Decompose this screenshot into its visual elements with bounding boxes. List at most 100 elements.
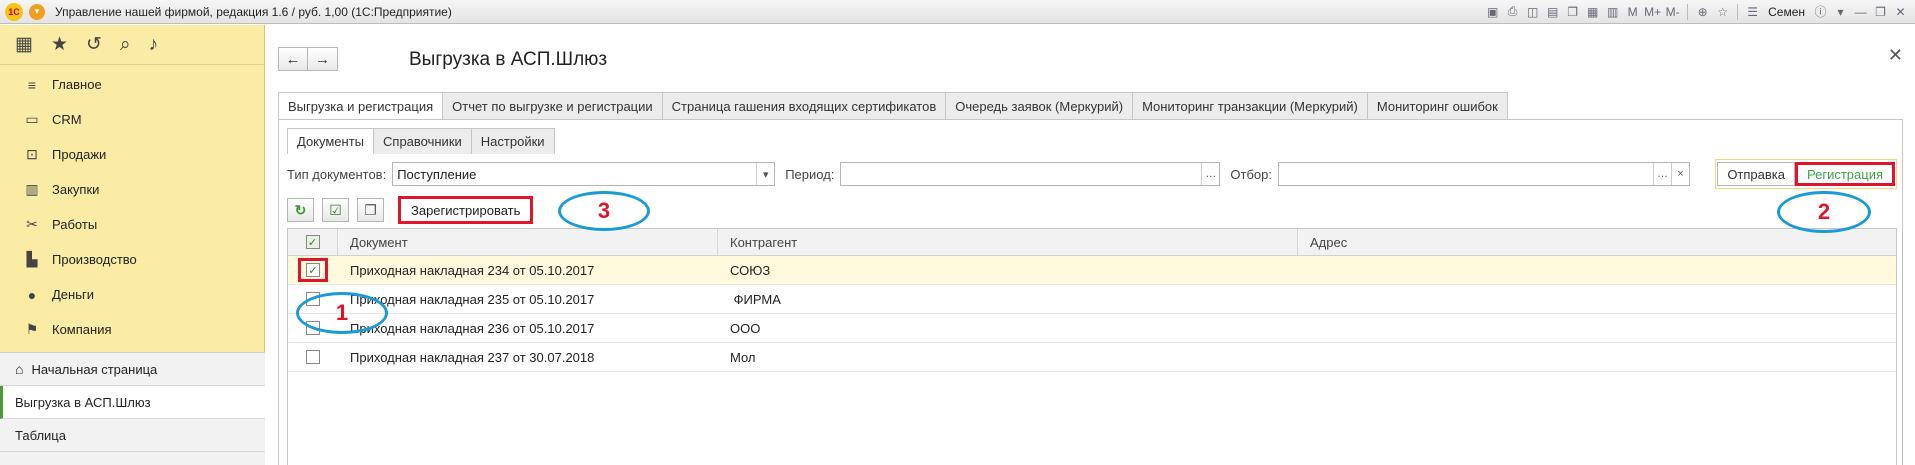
sidebar-item-label: Главное xyxy=(52,77,102,92)
documents-table: ✓ Документ Контрагент Адрес ✓ Приходная … xyxy=(287,228,1897,465)
table-row[interactable]: Приходная накладная 237 от 30.07.2018 Мо… xyxy=(288,343,1896,372)
memory-plus-icon[interactable]: M+ xyxy=(1644,3,1661,20)
attach-icon[interactable]: ▤ xyxy=(1544,3,1561,20)
open-windows-panel: ⌂ Начальная страница Выгрузка в АСП.Шлюз … xyxy=(0,352,265,465)
row-checkbox[interactable] xyxy=(306,350,320,364)
uncheck-all-icon: ❐ xyxy=(364,201,377,218)
check-all-button[interactable]: ☑ xyxy=(322,198,349,222)
sidebar-item-label: Компания xyxy=(52,322,112,337)
sidebar-item-label: Продажи xyxy=(52,147,107,162)
column-header[interactable]: Адрес xyxy=(1298,229,1896,255)
bell-icon[interactable]: ♪ xyxy=(149,34,159,56)
sidebar-item-money[interactable]: ● Деньги xyxy=(0,277,264,312)
settings-menu-icon[interactable]: ▾ xyxy=(1832,3,1849,20)
open-window-label: Таблица xyxy=(15,427,66,443)
select-all-header[interactable]: ✓ xyxy=(288,229,338,255)
sidebar-item-purchases[interactable]: ▥ Закупки xyxy=(0,172,264,207)
toolbar-divider xyxy=(1737,3,1739,20)
star-icon[interactable]: ★ xyxy=(51,33,68,56)
page-title: Выгрузка в АСП.Шлюз xyxy=(409,49,608,70)
home-page-link[interactable]: ⌂ Начальная страница xyxy=(0,353,265,386)
sidebar-item-label: Производство xyxy=(52,252,137,267)
back-button[interactable]: ← xyxy=(278,47,308,71)
doc-type-select[interactable]: Поступление ▾ xyxy=(392,162,776,186)
tab-transaction-monitoring[interactable]: Мониторинг транзакции (Меркурий) xyxy=(1132,92,1368,119)
row-checkbox[interactable]: ✓ xyxy=(306,263,320,277)
column-header[interactable]: Контрагент xyxy=(718,229,1298,255)
annotation-marker-2: 2 xyxy=(1777,191,1871,233)
period-field[interactable]: … xyxy=(840,162,1221,186)
close-window-icon[interactable]: ✕ xyxy=(1892,3,1909,20)
open-window-current[interactable]: Выгрузка в АСП.Шлюз xyxy=(0,386,265,419)
minimize-icon[interactable]: — xyxy=(1852,3,1869,20)
counterparty-cell: Мол xyxy=(730,349,756,365)
sidebar-item-works[interactable]: ✂ Работы xyxy=(0,207,264,242)
money-icon: ● xyxy=(27,286,37,303)
register-mode-button[interactable]: Регистрация xyxy=(1795,162,1895,186)
refresh-icon: ↻ xyxy=(294,201,307,218)
sidebar-item-label: Закупки xyxy=(52,182,100,197)
sidebar-item-production[interactable]: ▙ Производство xyxy=(0,242,264,277)
sidebar-item-sales[interactable]: ⊡ Продажи xyxy=(0,137,264,172)
tab-references[interactable]: Справочники xyxy=(373,128,472,154)
sidebar-item-crm[interactable]: ▭ CRM xyxy=(0,102,264,137)
favorites-icon[interactable]: ☆ xyxy=(1714,3,1731,20)
save-icon[interactable]: ▣ xyxy=(1484,3,1501,20)
main-menu-button[interactable]: ▾ xyxy=(29,3,45,20)
mode-toggle: Отправка Регистрация xyxy=(1715,159,1897,189)
preview-icon[interactable]: ◫ xyxy=(1524,3,1541,20)
maximize-icon[interactable]: ❐ xyxy=(1872,3,1889,20)
command-bar: ↻ ☑ ❐ Зарегистрировать xyxy=(287,196,534,224)
send-mode-button[interactable]: Отправка xyxy=(1717,162,1795,186)
ellipsis-icon[interactable]: … xyxy=(1653,163,1671,185)
history-icon[interactable]: ↺ xyxy=(86,33,102,56)
chevron-down-icon[interactable]: ▾ xyxy=(756,163,774,185)
table-row[interactable]: Приходная накладная 235 от 05.10.2017 ФИ… xyxy=(288,285,1896,314)
tab-request-queue[interactable]: Очередь заявок (Меркурий) xyxy=(945,92,1134,119)
forward-button[interactable]: → xyxy=(308,47,338,71)
copy-icon[interactable]: ❐ xyxy=(1564,3,1581,20)
lines-icon: ≡ xyxy=(27,76,37,93)
tab-documents[interactable]: Документы xyxy=(287,128,375,154)
check-all-icon: ☑ xyxy=(329,201,342,218)
uncheck-all-button[interactable]: ❐ xyxy=(357,198,384,222)
print-icon[interactable]: ⎙ xyxy=(1504,3,1521,20)
sidebar-sections: ≡ Главное ▭ CRM ⊡ Продажи ▥ Закупки ✂ Работы … xyxy=(0,65,264,347)
annotation-marker-1: 1 xyxy=(296,292,388,334)
filter-row: Тип документов: Поступление ▾ Период: … … xyxy=(287,159,1897,189)
checkbox-icon: ✓ xyxy=(305,235,320,249)
calendar-icon[interactable]: ▥ xyxy=(1604,3,1621,20)
table-header: ✓ Документ Контрагент Адрес xyxy=(288,229,1896,256)
register-button[interactable]: Зарегистрировать xyxy=(398,196,534,224)
memory-m-icon[interactable]: M xyxy=(1624,3,1641,20)
sidebar-item-label: Деньги xyxy=(52,287,94,302)
tab-certificates[interactable]: Страница гашения входящих сертификатов xyxy=(661,92,947,119)
table-row[interactable]: ✓ Приходная накладная 234 от 05.10.2017 … xyxy=(288,256,1896,285)
tab-settings[interactable]: Настройки xyxy=(470,128,555,154)
clear-icon[interactable]: × xyxy=(1671,163,1689,185)
tab-report[interactable]: Отчет по выгрузке и регистрации xyxy=(442,92,663,119)
calculator-icon[interactable]: ▦ xyxy=(1584,3,1601,20)
counterparty-cell: СОЮЗ xyxy=(730,262,771,278)
info-icon[interactable]: ⓘ xyxy=(1812,3,1829,20)
grid-menu-icon[interactable]: ▦ xyxy=(15,33,33,56)
table-row[interactable]: Приходная накладная 236 от 05.10.2017 ОО… xyxy=(288,314,1896,343)
document-cell: Приходная накладная 236 от 05.10.2017 xyxy=(350,320,595,336)
user-name[interactable]: Семен xyxy=(1768,5,1805,19)
sidebar-item-company[interactable]: ⚑ Компания xyxy=(0,312,264,347)
zoom-icon[interactable]: ⊕ xyxy=(1694,3,1711,20)
cart-icon: ⊡ xyxy=(26,146,38,162)
sidebar-item-label: Работы xyxy=(52,217,98,232)
ellipsis-icon[interactable]: … xyxy=(1201,163,1219,185)
filter-field[interactable]: … × xyxy=(1278,162,1691,186)
close-form-icon[interactable]: ✕ xyxy=(1888,45,1903,66)
search-icon[interactable]: ⌕ xyxy=(120,34,131,56)
tools-icon: ✂ xyxy=(26,216,38,232)
open-window-table[interactable]: Таблица xyxy=(0,419,265,452)
memory-minus-icon[interactable]: M- xyxy=(1664,3,1681,20)
tab-upload-registration[interactable]: Выгрузка и регистрация xyxy=(278,92,444,120)
refresh-button[interactable]: ↻ xyxy=(287,198,314,222)
sidebar-item-main[interactable]: ≡ Главное xyxy=(0,67,264,102)
tab-error-monitoring[interactable]: Мониторинг ошибок xyxy=(1366,92,1508,119)
column-header[interactable]: Документ xyxy=(338,229,718,255)
